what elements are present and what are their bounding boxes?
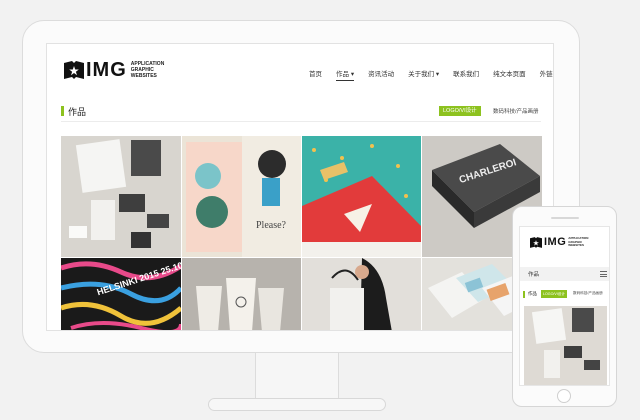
stationery-image [524,306,607,385]
logo-sub-line: WEBSITES [568,243,584,248]
mobile-site-logo[interactable]: IMG APPLICATION GRAPHIC WEBSITES [530,236,588,248]
paper-cups-image [182,258,301,330]
hamburger-menu-icon[interactable] [600,271,607,277]
svg-text:Please?: Please? [256,220,287,231]
category-tag[interactable]: 数码科技/产品画册 [573,291,603,296]
work-tile-tote-bag[interactable] [302,258,421,330]
nav-item-contact[interactable]: 联系我们 [453,68,479,81]
category-tag-active[interactable]: LOGO/VI设计 [541,290,567,298]
mobile-bar-title: 作品 [528,272,540,278]
book-logo-icon [530,237,542,248]
logo-subtitle: APPLICATION GRAPHIC WEBSITES [568,236,588,248]
nav-item-external-link[interactable]: 外链 [540,68,553,81]
section-header: 作品 LOGO/VI设计 数码科技/产品画册 [61,103,541,122]
section-title: 作品 [68,107,87,117]
logo-subtitle: APPLICATION GRAPHIC WEBSITES [131,61,165,79]
nav-item-text-page[interactable]: 纯文本页面 [493,68,526,81]
work-tile-helsinki-poster[interactable]: HELSINKI 2015 25.10. [61,258,181,330]
logo-wordmark: IMG [544,236,567,248]
phone-speaker [551,217,579,219]
main-nav: 首页 作品 ▾ 资讯活动 关于我们 ▾ 联系我们 纯文本页面 外链 [309,68,553,81]
category-tag-active[interactable]: LOGO/VI设计 [439,106,481,116]
mobile-section-title: 作品 [528,291,537,296]
phone-home-button[interactable] [557,389,571,403]
work-tile-paper-cups[interactable] [182,258,301,330]
nav-item-works[interactable]: 作品 ▾ [336,68,355,81]
stationery-image [69,139,169,248]
helsinki-poster-image: HELSINKI 2015 25.10. [61,259,181,330]
mobile-screen: IMG APPLICATION GRAPHIC WEBSITES 作品 作品 L… [519,226,610,386]
mobile-phone: IMG APPLICATION GRAPHIC WEBSITES 作品 作品 L… [512,206,617,407]
monitor-stand-base [208,398,386,411]
illustration-image: Please? [186,136,301,257]
section-accent-bar [61,106,64,116]
chevron-down-icon: ▾ [435,71,440,78]
category-tag[interactable]: 数码科技/产品画册 [493,107,539,115]
chevron-down-icon: ▾ [350,71,355,78]
book-logo-icon [64,61,84,79]
nav-item-news[interactable]: 资讯活动 [368,68,394,81]
section-accent-bar [523,291,525,298]
work-tile-stationery[interactable] [61,136,181,257]
works-grid: Please? CHARLEROI HELSINKI 2015 25.10. [61,136,542,330]
mobile-work-tile-stationery[interactable] [524,306,607,385]
site-logo[interactable]: IMG APPLICATION GRAPHIC WEBSITES [64,60,164,80]
envelope-image [302,136,421,257]
nav-item-about-label: 关于我们 [408,71,435,78]
nav-item-home[interactable]: 首页 [309,68,322,81]
desktop-screen: IMG APPLICATION GRAPHIC WEBSITES 首页 作品 ▾… [46,43,554,331]
nav-item-about[interactable]: 关于我们 ▾ [408,68,439,81]
work-tile-illustration-book[interactable]: Please? [182,136,301,257]
work-tile-envelope[interactable] [302,136,421,257]
tote-bag-image [302,258,421,330]
nav-item-works-label: 作品 [336,71,349,78]
mobile-title-bar: 作品 [520,267,609,281]
logo-sub-line: WEBSITES [130,73,157,79]
logo-wordmark: IMG [86,59,127,81]
mobile-section-header: 作品 LOGO/VI设计 数码科技/产品画册 [523,290,609,300]
